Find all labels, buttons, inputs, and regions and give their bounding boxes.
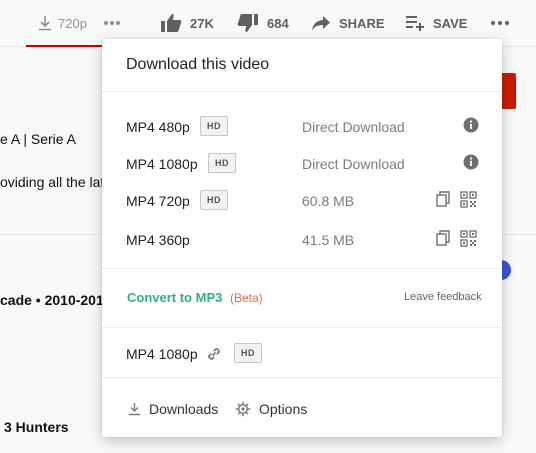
download-option-row[interactable]: MP4 480p HD Direct Download [102, 112, 502, 142]
active-tab-underline [26, 45, 106, 47]
video-page: e A | Serie A oviding all the lat cade •… [0, 0, 536, 453]
copy-icon[interactable] [436, 230, 450, 251]
download-option-row[interactable]: MP4 720p HD 60.8 MB [102, 186, 502, 216]
thumbs-down-icon [237, 14, 258, 32]
format-label: MP4 720p [126, 193, 190, 209]
channel-description-line: e A | Serie A [0, 131, 77, 147]
download-quality-label: 720p [58, 15, 87, 31]
download-panel: Download this video MP4 480p HD Direct D… [102, 39, 502, 437]
file-size: 60.8 MB [302, 193, 355, 209]
share-label: SHARE [339, 15, 385, 31]
copy-icon[interactable] [436, 191, 450, 212]
horizontal-dots-icon [491, 21, 509, 25]
more-options-button[interactable] [103, 12, 121, 34]
dislike-count: 684 [267, 15, 289, 31]
share-button[interactable]: SHARE [311, 12, 385, 34]
save-button[interactable]: SAVE [405, 12, 467, 34]
panel-divider [102, 327, 502, 328]
convert-to-mp3-link[interactable]: Convert to MP3 [127, 290, 222, 305]
horizontal-dots-icon [104, 21, 120, 25]
format-label: MP4 1080p [126, 156, 198, 172]
format-label: MP4 480p [126, 119, 190, 135]
like-button[interactable]: 27K [160, 12, 214, 34]
link-icon[interactable] [205, 345, 223, 368]
panel-divider [102, 377, 502, 378]
hd-badge: HD [234, 343, 262, 363]
download-icon [39, 16, 51, 31]
panel-divider [102, 91, 502, 92]
format-label: MP4 360p [126, 232, 190, 248]
gear-icon [235, 401, 251, 417]
info-icon[interactable] [463, 154, 479, 175]
playlist-add-icon [406, 16, 424, 31]
hd-badge: HD [200, 116, 228, 136]
direct-download-link[interactable]: Direct Download [302, 119, 405, 135]
qr-code-icon[interactable] [460, 230, 477, 252]
options-button[interactable]: Options [235, 398, 307, 420]
download-option-row[interactable]: MP4 360p 41.5 MB [102, 225, 502, 255]
format-label: MP4 1080p [126, 346, 198, 362]
options-label: Options [259, 401, 308, 417]
channel-description-line: oviding all the lat [0, 174, 105, 190]
related-video-title: 3 Hunters [4, 419, 69, 435]
more-actions-button[interactable] [490, 12, 510, 34]
panel-divider [102, 268, 502, 269]
download-quality-button[interactable]: 720p [38, 12, 87, 34]
direct-download-link[interactable]: Direct Download [302, 156, 405, 172]
hd-badge: HD [208, 153, 236, 173]
related-video-meta: cade • 2010-2019 [0, 292, 112, 308]
info-icon[interactable] [463, 117, 479, 138]
qr-code-icon[interactable] [460, 191, 477, 213]
download-link-row[interactable]: MP4 1080p HD [102, 339, 502, 369]
hd-badge: HD [200, 190, 228, 210]
save-label: SAVE [433, 15, 468, 31]
download-option-row[interactable]: MP4 1080p HD Direct Download [102, 149, 502, 179]
share-arrow-icon [312, 16, 330, 31]
file-size: 41.5 MB [302, 232, 355, 248]
dislike-button[interactable]: 684 [237, 12, 289, 34]
panel-title: Download this video [126, 56, 270, 73]
beta-label: (Beta) [230, 291, 263, 305]
like-count: 27K [190, 15, 214, 31]
thumbs-up-icon [161, 14, 182, 32]
leave-feedback-link[interactable]: Leave feedback [404, 291, 482, 303]
downloads-label: Downloads [149, 401, 219, 417]
download-icon [129, 403, 140, 416]
downloads-button[interactable]: Downloads [128, 398, 218, 420]
